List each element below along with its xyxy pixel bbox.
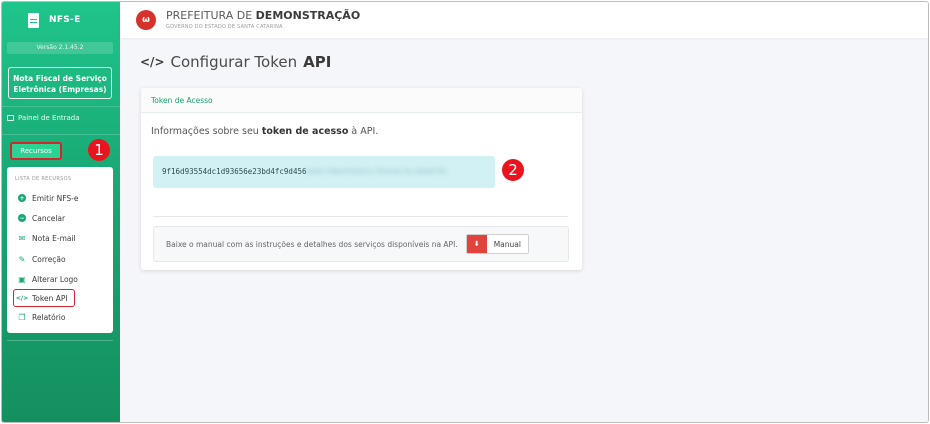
menu-item-label: Token API [32, 293, 68, 303]
sidebar-item-painel[interactable]: Painel de Entrada [7, 114, 80, 122]
version-label: Versão 2.1.45.2 [7, 42, 113, 54]
token-visible: 9f16d93554dc1d93656e23bd4fc9d456 [162, 167, 307, 176]
manual-description: Baixe o manual com as instruções e detal… [166, 239, 458, 249]
menu-heading: LISTA DE RECURSOS [15, 176, 72, 182]
token-card: Token de Acesso Informações sobre seu to… [141, 88, 582, 270]
menu-item-label: Correção [32, 254, 66, 264]
menu-item-relatorio[interactable]: ❐ Relatório [7, 307, 113, 327]
header-title-bold: DEMONSTRAÇÃO [255, 9, 361, 22]
info-bold: token de acesso [261, 126, 349, 137]
page-title: </> Configurar Token API [140, 53, 331, 71]
prefeitura-logo: ω [136, 10, 156, 30]
menu-item-cancelar[interactable]: − Cancelar [7, 208, 113, 228]
main-content: ω PREFEITURA DE DEMONSTRAÇÃO GOVERNO DO … [120, 2, 928, 422]
annotation-badge-1: 1 [88, 139, 110, 161]
menu-item-label: Emitir NFS-e [32, 193, 79, 203]
header-title-block: PREFEITURA DE DEMONSTRAÇÃO GOVERNO DO ES… [166, 10, 360, 31]
panel-icon [7, 115, 14, 121]
card-header: Token de Acesso [141, 88, 582, 113]
pdf-icon: ⬇ [466, 235, 487, 253]
minus-circle-icon: − [18, 214, 26, 223]
token-blurred: 6a9c7d8e4f02b1c763e4a7bcd9e8f03 [306, 167, 447, 176]
code-icon: </> [15, 294, 29, 302]
header-title: PREFEITURA DE DEMONSTRAÇÃO [166, 10, 360, 22]
plus-circle-icon: + [18, 194, 26, 203]
brand[interactable]: NFS-E [2, 2, 120, 38]
document-icon [28, 12, 39, 28]
menu-item-correcao[interactable]: ✎ Correção [7, 249, 113, 269]
manual-box: Baixe o manual com as instruções e detal… [153, 226, 569, 262]
token-field[interactable]: 9f16d93554dc1d93656e23bd4fc9d4566a9c7d8e… [153, 156, 495, 188]
page-title-bold: API [303, 53, 332, 71]
sidebar: NFS-E Versão 2.1.45.2 Nota Fiscal de Ser… [2, 2, 120, 422]
image-icon: ▣ [18, 274, 26, 284]
sidebar-item-label: Painel de Entrada [18, 114, 80, 122]
menu-item-token-api[interactable]: </> Token API [13, 289, 75, 308]
menu-item-label: Nota E-mail [32, 234, 76, 244]
info-prefix: Informações sobre seu [151, 126, 259, 137]
annotation-badge-2: 2 [502, 159, 524, 181]
top-bar: ω PREFEITURA DE DEMONSTRAÇÃO GOVERNO DO … [120, 2, 928, 38]
divider [153, 216, 568, 217]
token-info-text: Informações sobre seu token de acesso à … [151, 126, 378, 137]
menu-item-label: Alterar Logo [32, 274, 78, 284]
menu-item-alterar-logo[interactable]: ▣ Alterar Logo [7, 269, 113, 289]
menu-item-label: Cancelar [32, 213, 66, 223]
info-suffix: à API. [351, 126, 379, 137]
nfse-title-box[interactable]: Nota Fiscal de Serviço Eletrônica (Empre… [8, 67, 112, 99]
envelope-icon: ✉ [18, 234, 26, 244]
divider [7, 340, 113, 341]
manual-button-label: Manual [493, 239, 521, 249]
menu-item-nota-email[interactable]: ✉ Nota E-mail [7, 229, 113, 249]
sidebar-item-recursos[interactable]: Recursos [10, 142, 62, 160]
copy-icon: ❐ [18, 313, 26, 323]
menu-item-label: Relatório [32, 313, 66, 323]
code-icon: </> [140, 55, 165, 69]
header-subtitle: GOVERNO DO ESTADO DE SANTA CATARINA [166, 24, 283, 30]
divider [2, 106, 120, 107]
header-title-prefix: PREFEITURA DE [166, 9, 253, 22]
brand-label: NFS-E [49, 15, 81, 25]
edit-icon: ✎ [18, 254, 26, 264]
app-window: NFS-E Versão 2.1.45.2 Nota Fiscal de Ser… [1, 1, 929, 423]
manual-button[interactable]: ⬇ Manual [465, 234, 529, 254]
page-title-prefix: Configurar Token [170, 53, 298, 71]
resources-menu: LISTA DE RECURSOS + Emitir NFS-e − Cance… [7, 167, 113, 333]
divider [2, 134, 120, 135]
menu-item-emitir[interactable]: + Emitir NFS-e [7, 188, 113, 208]
